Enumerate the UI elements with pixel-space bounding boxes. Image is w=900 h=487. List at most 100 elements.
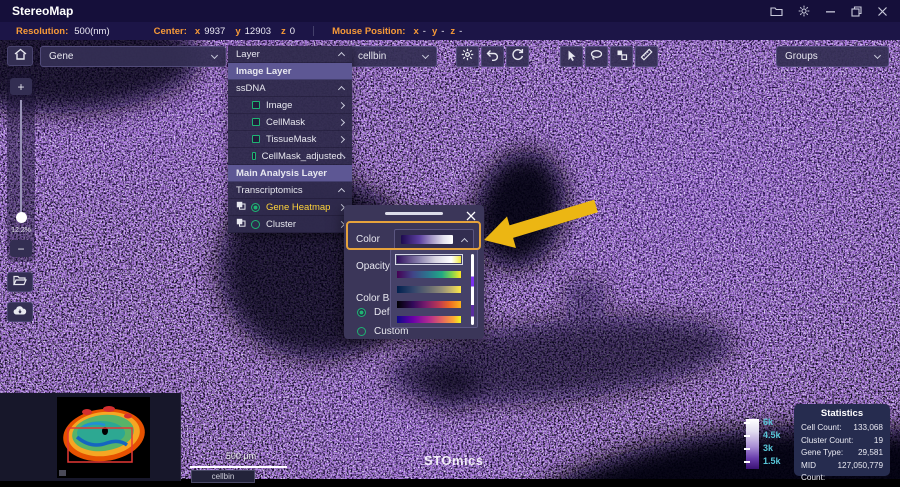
app-title: StereoMap [0, 4, 73, 18]
edit-tools-group [560, 46, 658, 67]
tissuemask-checkbox[interactable] [252, 135, 260, 143]
zoom-in-button[interactable]: + [10, 78, 32, 95]
cloud-download-icon [13, 303, 27, 321]
settings-icon[interactable] [798, 5, 810, 17]
stat-label: MID Count: [801, 460, 837, 485]
chevron-up-icon [338, 188, 345, 195]
gene-heatmap-radio[interactable] [251, 203, 260, 212]
colormap-dropdown-list [390, 249, 478, 328]
gear-icon [461, 48, 474, 66]
center-label: Center: [154, 26, 187, 37]
home-icon [14, 47, 27, 65]
zoom-slider-track[interactable] [20, 100, 22, 214]
ruler-tool-button[interactable] [635, 46, 658, 67]
stat-row-mid-count: MID Count: 127,050,779 [801, 460, 883, 485]
refresh-button[interactable] [506, 46, 529, 67]
stat-row-cluster-count: Cluster Count: 19 [801, 435, 883, 448]
colormap-option-inferno[interactable] [397, 301, 461, 308]
statistics-panel: Statistics Cell Count: 133,068 Cluster C… [794, 404, 890, 476]
restore-icon[interactable] [851, 6, 862, 17]
groups-dropdown-value: Groups [785, 51, 818, 62]
colormap-option-cividis[interactable] [397, 286, 461, 293]
cellmask-checkbox[interactable] [252, 118, 260, 126]
layer-item-gene-heatmap[interactable]: Gene Heatmap [228, 199, 352, 216]
colormap-option-plasma[interactable] [397, 316, 461, 323]
chevron-up-icon [338, 86, 345, 93]
resolution-value: 500(nm) [74, 26, 109, 37]
colorbar-tick-label: 1.5k [763, 456, 781, 466]
divider [313, 26, 314, 36]
chevron-right-icon [338, 135, 345, 142]
zoom-slider-thumb[interactable] [16, 212, 27, 223]
main-analysis-label: Main Analysis Layer [236, 168, 327, 179]
drag-handle[interactable] [385, 212, 443, 215]
scale-bar-label: 500 μm [196, 451, 286, 461]
layer-item-tissuemask[interactable]: TissueMask [228, 131, 352, 148]
custom-radio[interactable] [357, 327, 366, 336]
colormap-option-purple-white-yellow[interactable] [397, 256, 461, 263]
scale-bin-label: cellbin [191, 470, 255, 483]
cellmask-adjusted-checkbox[interactable] [252, 152, 256, 160]
statistics-title: Statistics [801, 408, 883, 419]
gene-heatmap-label: Gene Heatmap [266, 202, 330, 213]
cloud-export-button[interactable] [7, 302, 33, 322]
ruler-icon [640, 48, 653, 66]
swap-layers-tool-button[interactable] [610, 46, 633, 67]
zoom-out-button[interactable]: − [10, 240, 32, 257]
mouse-y-axis: y [432, 26, 437, 37]
chevron-down-icon [211, 52, 218, 59]
center-z-value: 0 [290, 26, 295, 37]
undo-button[interactable] [481, 46, 504, 67]
swap-layers-icon [616, 48, 628, 66]
open-file-button[interactable] [7, 272, 33, 292]
transcriptomics-group-header[interactable]: Transcriptomics [228, 182, 352, 199]
layer-panel-header[interactable]: Layer [228, 46, 352, 63]
mouse-x-axis: x [413, 26, 418, 37]
colorbar-tick-label: 4.5k [763, 430, 781, 440]
colorbar-tick-label: 3k [763, 443, 773, 453]
refresh-icon [511, 48, 524, 66]
lasso-icon [590, 48, 603, 66]
colormap-option-viridis[interactable] [397, 271, 461, 278]
chevron-up-icon [338, 52, 345, 59]
settings-tool-button[interactable] [456, 46, 479, 67]
minimap-image[interactable] [57, 397, 150, 478]
minimize-icon[interactable] [825, 6, 836, 17]
layer-item-label: CellMask_adjusted [262, 151, 342, 162]
cluster-radio[interactable] [251, 220, 260, 229]
dropdown-scrollbar[interactable] [471, 254, 474, 325]
layer-item-image[interactable]: Image [228, 97, 352, 114]
ssdna-label: ssDNA [236, 83, 266, 94]
home-button[interactable] [7, 46, 33, 66]
gene-dropdown-value: Gene [49, 51, 73, 62]
folder-icon[interactable] [770, 6, 783, 17]
default-radio[interactable] [357, 308, 366, 317]
stat-value: 127,050,779 [837, 460, 883, 485]
stat-value: 19 [874, 435, 883, 448]
minimap-scale-icon [59, 470, 66, 476]
lasso-tool-button[interactable] [585, 46, 608, 67]
layer-item-cellmask[interactable]: CellMask [228, 114, 352, 131]
info-bar: Resolution: 500(nm) Center: x 9937 y 129… [0, 22, 900, 40]
main-analysis-section-header: Main Analysis Layer [228, 165, 352, 182]
bin-type-dropdown[interactable]: cellbin [349, 46, 437, 67]
stomics-watermark: STOmics [424, 453, 484, 468]
image-layer-label: Image Layer [236, 66, 291, 77]
layer-item-label: Image [266, 100, 292, 111]
layers-icon [236, 201, 246, 213]
pointer-tool-button[interactable] [560, 46, 583, 67]
view-tools-group [456, 46, 529, 67]
stat-row-gene-type: Gene Type: 29,581 [801, 447, 883, 460]
layer-item-cellmask-adjusted[interactable]: CellMask_adjusted [228, 148, 352, 165]
image-checkbox[interactable] [252, 101, 260, 109]
gene-dropdown[interactable]: Gene [40, 46, 226, 67]
close-icon[interactable] [877, 6, 888, 17]
layer-item-cluster[interactable]: Cluster [228, 216, 352, 233]
cluster-label: Cluster [266, 219, 296, 230]
chevron-down-icon [422, 52, 429, 59]
chevron-right-icon [338, 101, 345, 108]
ssdna-group-header[interactable]: ssDNA [228, 80, 352, 97]
layers-icon [236, 218, 246, 230]
mouse-z-value: - [459, 26, 462, 37]
groups-dropdown[interactable]: Groups [776, 46, 889, 67]
